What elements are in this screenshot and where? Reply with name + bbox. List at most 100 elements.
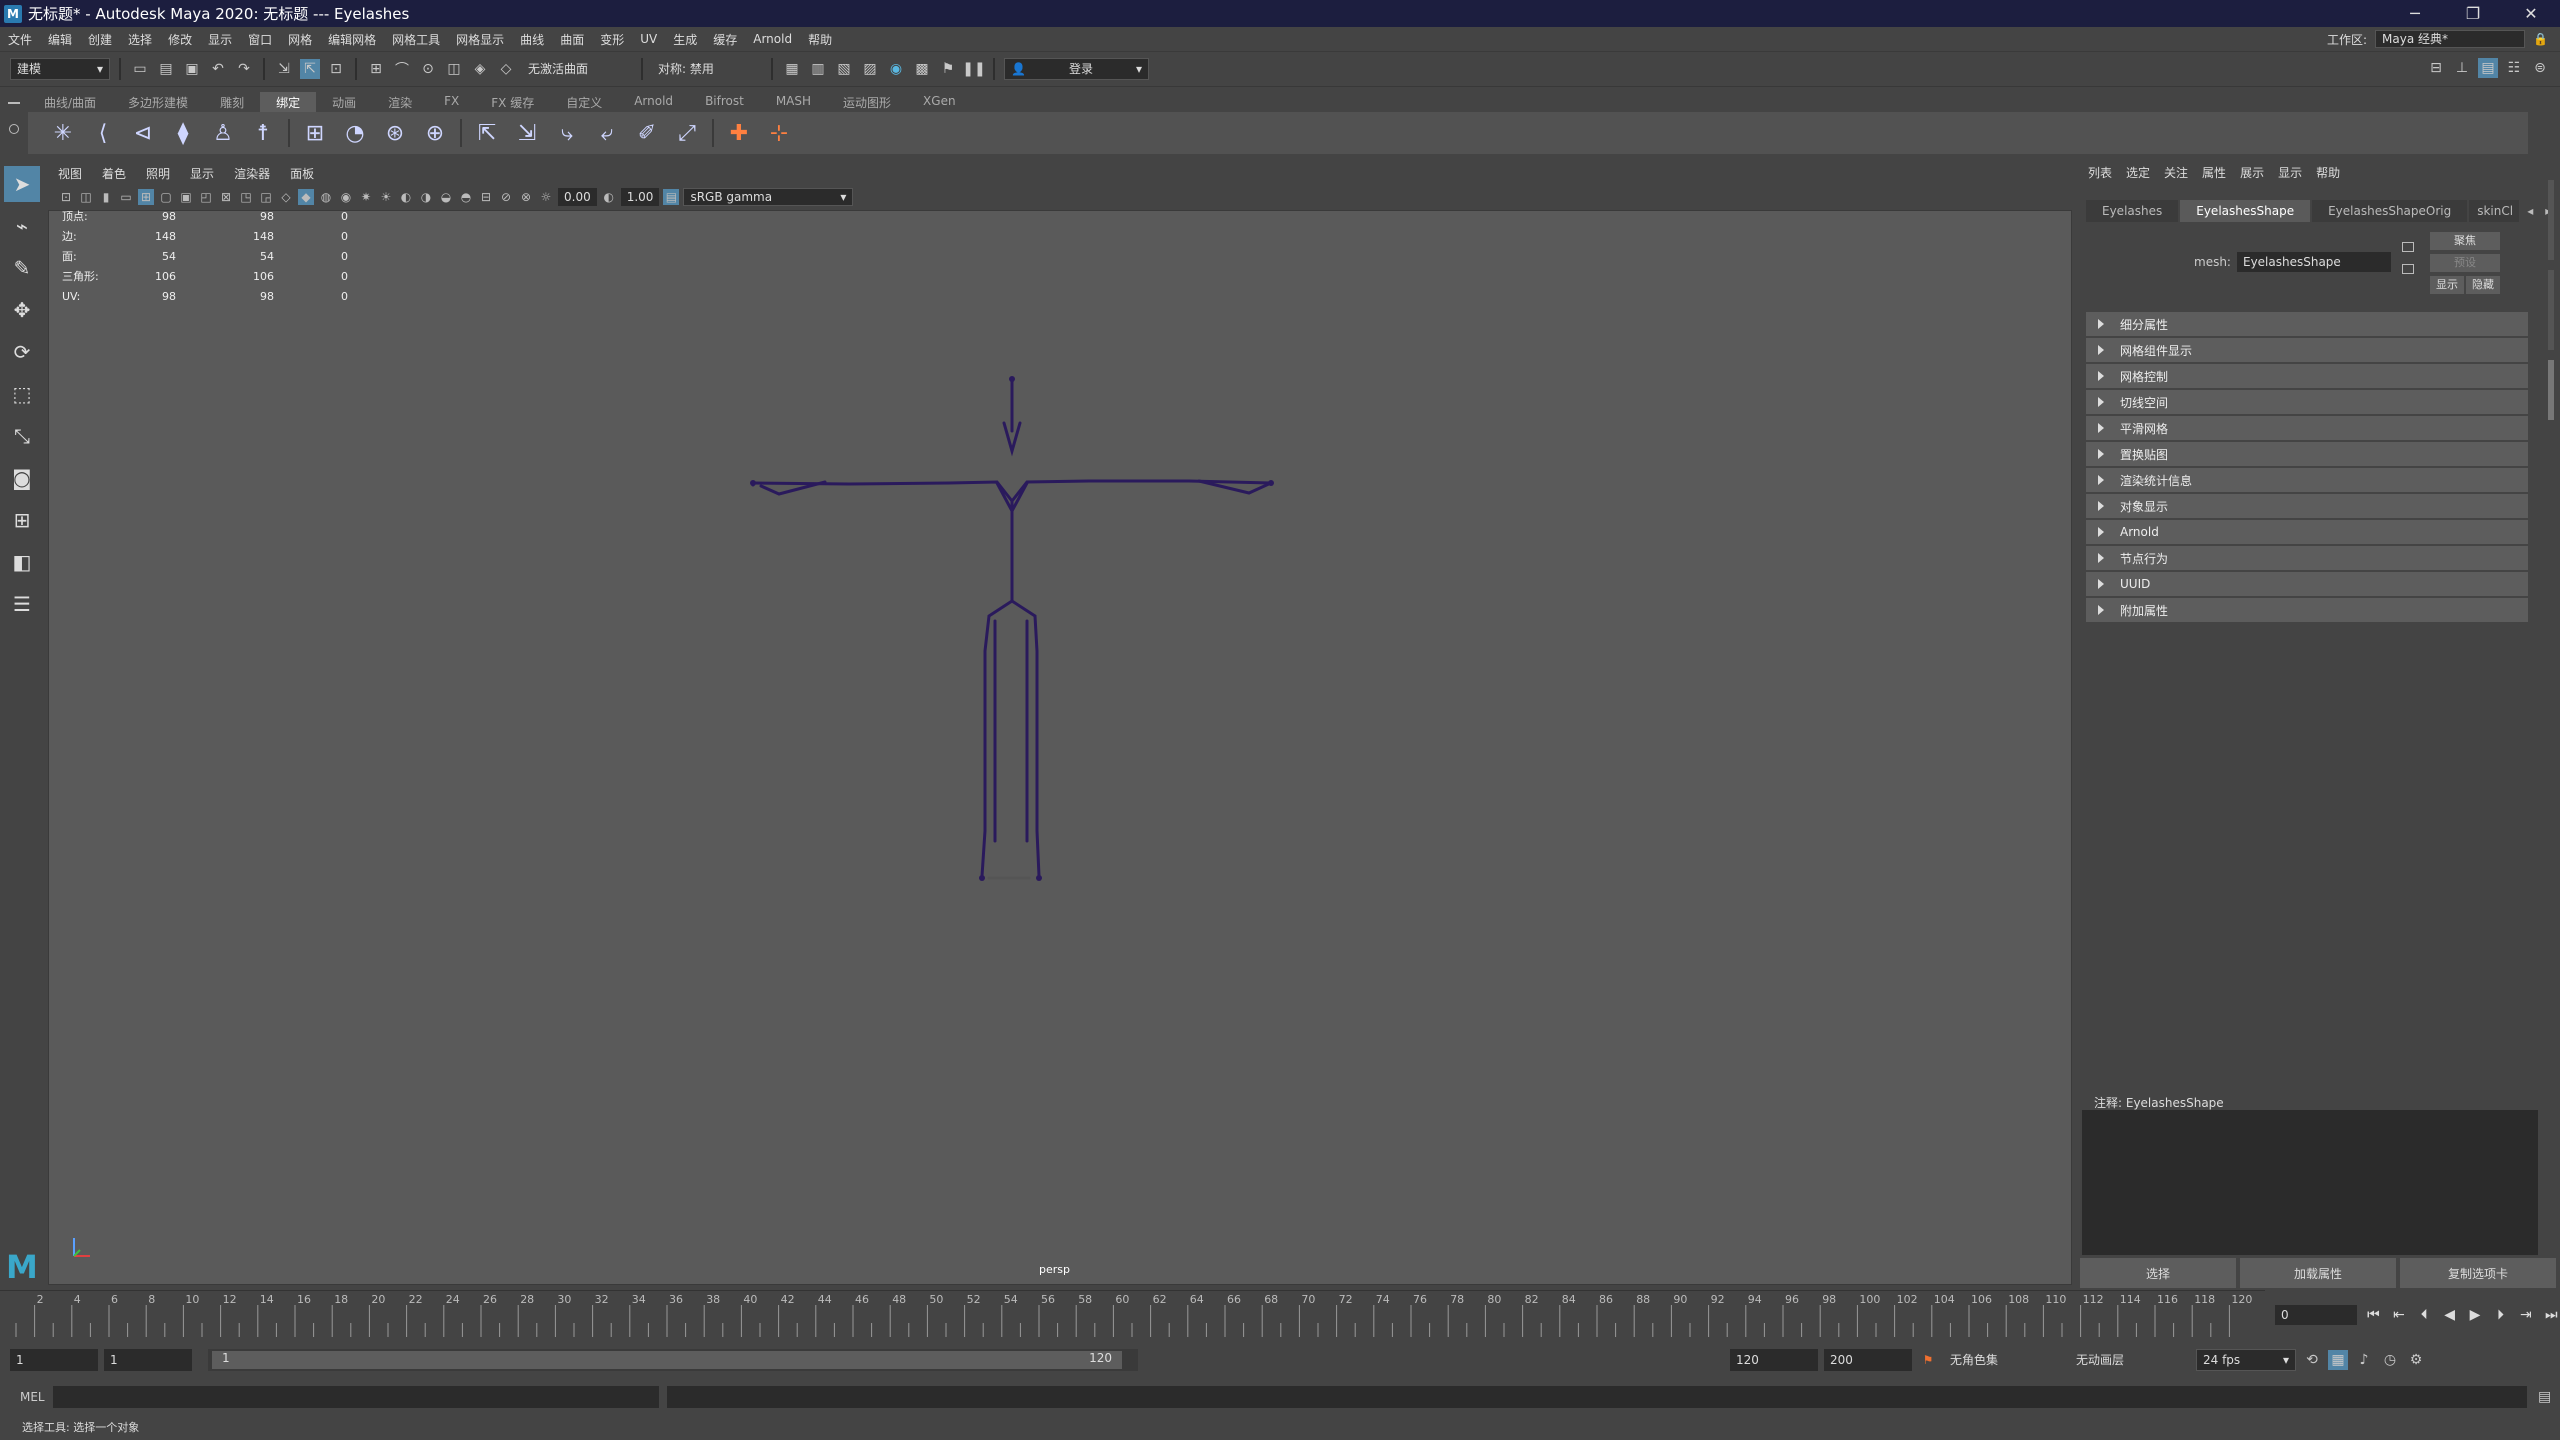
select-button[interactable]: 选择 — [2080, 1258, 2236, 1288]
shelf-tab-rigging[interactable]: 绑定 — [260, 92, 317, 112]
side-tab-modeling-toolkit[interactable] — [2548, 270, 2554, 350]
humanik-icon[interactable]: ☨ — [248, 118, 278, 148]
point-constraint-icon[interactable]: ✚ — [724, 118, 754, 148]
ik-spline-icon[interactable]: ⊲ — [128, 118, 158, 148]
exposure-field[interactable]: 0.00 — [558, 188, 597, 206]
select-hierarchy-icon[interactable]: ⇲ — [274, 59, 294, 79]
lock-icon[interactable]: 🔒 — [2533, 32, 2548, 46]
shelf-tab-fx-cache[interactable]: FX 缓存 — [475, 92, 550, 112]
create-joints-icon[interactable]: ✳ — [48, 118, 78, 148]
layout-two-icon[interactable]: ◧ — [4, 544, 40, 580]
ae-menu-show[interactable]: 展示 — [2240, 164, 2264, 181]
ae-menu-list[interactable]: 列表 — [2088, 164, 2112, 181]
render-view-icon[interactable]: ▦ — [782, 59, 802, 79]
scale-tool-icon[interactable]: ⬚ — [4, 376, 40, 412]
side-tab-channel-box[interactable] — [2548, 180, 2554, 260]
menu-arnold[interactable]: Arnold — [745, 32, 800, 46]
section-smooth-mesh[interactable]: 平滑网格 — [2086, 416, 2528, 440]
unbind-skin-icon[interactable]: ⇲ — [512, 118, 542, 148]
shelf-tab-custom[interactable]: 自定义 — [550, 92, 618, 112]
safe-title-icon[interactable]: ◲ — [258, 189, 274, 205]
exposure-icon[interactable]: ☼ — [538, 189, 554, 205]
side-tab-attribute-editor[interactable] — [2548, 360, 2554, 420]
go-to-end-icon[interactable]: ⏭ — [2543, 1307, 2560, 1323]
colorspace-dropdown[interactable]: sRGB gamma ▾ — [683, 188, 854, 206]
menu-modify[interactable]: 修改 — [160, 31, 200, 48]
close-icon[interactable]: ✕ — [2502, 0, 2560, 27]
ae-tab-skincluster[interactable]: skinCl — [2469, 200, 2520, 222]
playback-start-field[interactable]: 1 — [104, 1349, 192, 1371]
mel-label[interactable]: MEL — [20, 1390, 45, 1404]
lasso-tool-icon[interactable]: ⌁ — [4, 208, 40, 244]
mesh-name-field[interactable]: EyelashesShape — [2236, 252, 2391, 272]
antialiasing-icon[interactable]: ◒ — [438, 189, 454, 205]
character-controls-icon[interactable]: ⊥ — [2452, 58, 2472, 78]
shelf-tab-bifrost[interactable]: Bifrost — [689, 92, 760, 112]
paint-select-tool-icon[interactable]: ✎ — [4, 250, 40, 286]
menu-windows[interactable]: 窗口 — [240, 31, 280, 48]
menu-edit-mesh[interactable]: 编辑网格 — [320, 31, 384, 48]
default-material-icon[interactable]: ◍ — [318, 189, 334, 205]
sculpt-deformer-icon[interactable]: ⊕ — [420, 118, 450, 148]
render-frame-icon[interactable]: ▥ — [808, 59, 828, 79]
safe-action-icon[interactable]: ◳ — [238, 189, 254, 205]
snap-surface-icon[interactable]: ◈ — [470, 59, 490, 79]
chevron-left-icon[interactable]: ◂ — [2521, 200, 2539, 222]
live-surface-field[interactable]: 无激活曲面 — [522, 58, 632, 80]
pause-icon[interactable]: ❚❚ — [962, 59, 985, 79]
presets-button[interactable]: 预设 — [2430, 254, 2500, 272]
auto-key-icon[interactable]: ⚑ — [1918, 1353, 1938, 1367]
select-component-icon[interactable]: ⊡ — [326, 59, 346, 79]
arnold-render-icon[interactable]: ▩ — [912, 59, 932, 79]
vp-menu-view[interactable]: 视图 — [48, 165, 92, 182]
channel-box-toggle-icon[interactable]: ⊜ — [2530, 58, 2550, 78]
shelf-tab-sculpt[interactable]: 雕刻 — [204, 92, 260, 112]
component-editor-icon[interactable]: ⤢ — [672, 118, 702, 148]
ae-menu-display[interactable]: 显示 — [2278, 164, 2302, 181]
depth-of-field-icon[interactable]: ◓ — [458, 189, 474, 205]
film-gate-icon[interactable]: ▢ — [158, 189, 174, 205]
range-bar[interactable]: 1 120 — [208, 1349, 1138, 1371]
resolution-gate-icon[interactable]: ▣ — [178, 189, 194, 205]
menu-surfaces[interactable]: 曲面 — [552, 31, 592, 48]
xray-icon[interactable]: ⊘ — [498, 189, 514, 205]
menu-display[interactable]: 显示 — [200, 31, 240, 48]
isolate-select-icon[interactable]: ⊟ — [478, 189, 494, 205]
color-management-icon[interactable]: ▤ — [663, 189, 680, 205]
camera-attr-icon[interactable]: ◫ — [78, 189, 94, 205]
gamma-icon[interactable]: ◐ — [601, 189, 617, 205]
move-tool-icon[interactable]: ✥ — [4, 292, 40, 328]
show-button[interactable]: 显示 — [2430, 276, 2464, 294]
save-scene-icon[interactable]: ▣ — [182, 59, 202, 79]
menu-help[interactable]: 帮助 — [800, 31, 840, 48]
menu-file[interactable]: 文件 — [0, 31, 40, 48]
arnold-ipr-icon[interactable]: ⚑ — [938, 59, 958, 79]
anim-prefs-icon[interactable]: ⚙ — [2406, 1350, 2426, 1370]
time-slider[interactable]: 2 4 6 8 10 12 14 16 18 20 22 24 26 28 30 32 34 36 38 40 42 44… — [0, 1290, 2265, 1340]
end-time-field[interactable]: 200 — [1824, 1349, 1912, 1371]
step-forward-key-icon[interactable]: ⇥ — [2517, 1307, 2534, 1323]
hide-button[interactable]: 隐藏 — [2466, 276, 2500, 294]
script-editor-icon[interactable]: ▤ — [2535, 1387, 2555, 1407]
attribute-editor-toggle-icon[interactable]: ▤ — [2478, 58, 2498, 78]
wrap-icon[interactable]: ⊛ — [380, 118, 410, 148]
section-tangent-space[interactable]: 切线空间 — [2086, 390, 2528, 414]
select-tool-icon[interactable]: ➤ — [4, 166, 40, 202]
step-back-key-icon[interactable]: ⇤ — [2390, 1307, 2407, 1323]
textured-icon[interactable]: ◉ — [338, 189, 354, 205]
ipr-render-icon[interactable]: ▧ — [834, 59, 854, 79]
image-plane-icon[interactable]: ▭ — [118, 189, 134, 205]
menu-edit[interactable]: 编辑 — [40, 31, 80, 48]
ae-menu-attributes[interactable]: 属性 — [2202, 164, 2226, 181]
copy-tab-button[interactable]: 复制选项卡 — [2400, 1258, 2556, 1288]
anim-layer-dropdown[interactable]: 无动画层 — [2070, 1349, 2190, 1371]
snap-grid-icon[interactable]: ⊞ — [366, 59, 386, 79]
loop-icon[interactable]: ⟲ — [2302, 1350, 2322, 1370]
menu-mesh[interactable]: 网格 — [280, 31, 320, 48]
section-subdivision[interactable]: 细分属性 — [2086, 312, 2528, 336]
snap-curve-icon[interactable]: ⌒ — [392, 59, 412, 79]
command-input[interactable] — [52, 1386, 659, 1408]
modeling-toolkit-icon[interactable]: ⊟ — [2426, 58, 2446, 78]
input-connection-icon[interactable] — [2402, 242, 2414, 252]
current-frame-field[interactable]: 0 — [2275, 1305, 2357, 1325]
